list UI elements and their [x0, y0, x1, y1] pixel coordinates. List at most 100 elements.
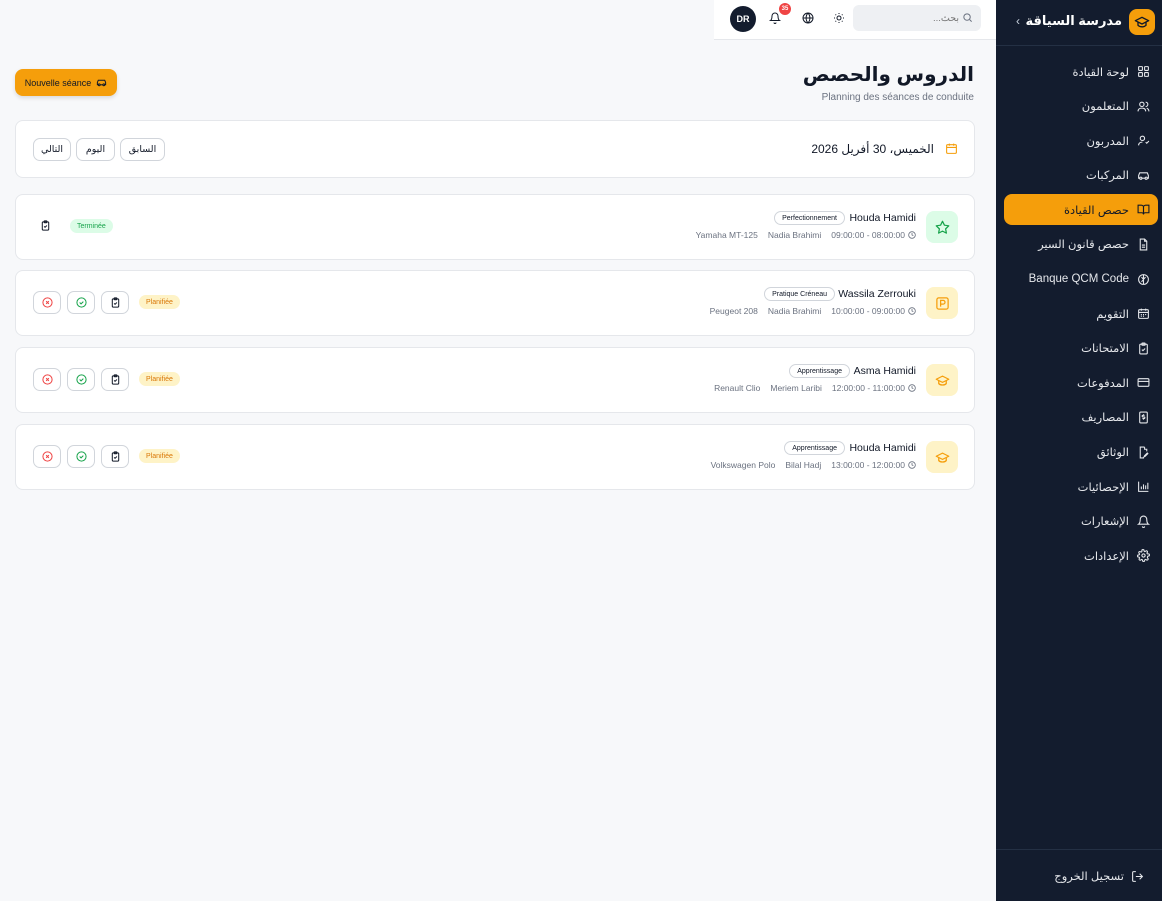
search-box[interactable] [853, 5, 981, 31]
lesson-vehicle: Yamaha MT-125 [695, 230, 758, 240]
lesson-vehicle: Renault Clio [714, 383, 761, 393]
lesson-time-text: 08:00:00 - 09:00:00 [831, 230, 905, 240]
sidebar-item-exams[interactable]: الامتحانات [1004, 333, 1158, 364]
check-circle-icon [75, 374, 87, 385]
sidebar: مدرسة السياقة ‹ لوحة القيادة المتعلمون ا… [996, 0, 1162, 901]
status-badge: Planifiée [139, 449, 180, 463]
search-input[interactable] [863, 9, 959, 27]
check-circle-icon [75, 451, 87, 462]
sidebar-item-payments[interactable]: المدفوعات [1004, 367, 1158, 398]
divider [996, 849, 1162, 850]
sidebar-item-label: لوحة القيادة [1072, 66, 1129, 79]
today-button[interactable]: اليوم [76, 138, 115, 161]
instructor-icon [1136, 134, 1150, 148]
lesson-meta: 12:00:00 - 13:00:00 Bilal Hadj Volkswage… [711, 460, 916, 470]
document-edit-icon [1136, 445, 1150, 459]
complete-button[interactable] [67, 291, 95, 314]
lesson-type-badge: Perfectionnement [774, 211, 845, 225]
gear-icon [1136, 549, 1150, 563]
complete-button[interactable] [67, 445, 95, 468]
credit-card-icon [1136, 376, 1150, 390]
lesson-card[interactable]: Wassila Zerrouki Pratique Créneau 09:00:… [15, 270, 975, 336]
sidebar-item-documents[interactable]: الوثائق [1004, 437, 1158, 468]
theme-toggle-button[interactable] [831, 10, 847, 26]
x-circle-icon [41, 297, 53, 308]
lesson-vehicle: Peugeot 208 [709, 306, 758, 316]
lesson-card[interactable]: Asma Hamidi Apprentissage 11:00:00 - 12:… [15, 347, 975, 413]
brand: مدرسة السياقة ‹ [996, 8, 1162, 36]
new-session-label: Nouvelle séance [24, 77, 92, 88]
file-text-icon [1136, 237, 1150, 251]
x-circle-icon [41, 374, 53, 385]
sidebar-item-qcm-bank[interactable]: Banque QCM Code [1004, 264, 1158, 295]
sidebar-item-vehicles[interactable]: المركبات [1004, 160, 1158, 191]
next-day-button[interactable]: التالي [33, 138, 71, 161]
search-icon [962, 12, 973, 23]
cancel-button[interactable] [33, 291, 61, 314]
dashboard-icon [1136, 65, 1150, 79]
lesson-time-text: 09:00:00 - 10:00:00 [831, 306, 905, 316]
student-name: Wassila Zerrouki [838, 288, 916, 300]
lesson-type-badge: Apprentissage [789, 364, 850, 378]
divider [996, 45, 1162, 46]
lesson-time: 08:00:00 - 09:00:00 [831, 230, 916, 240]
sidebar-item-label: Banque QCM Code [1028, 273, 1129, 286]
sidebar-item-label: حصص القيادة [1063, 204, 1129, 217]
lesson-time-text: 11:00:00 - 12:00:00 [831, 383, 905, 393]
calendar-icon [1136, 307, 1150, 321]
sidebar-item-label: الامتحانات [1081, 343, 1129, 356]
sidebar-item-expenses[interactable]: المصاريف [1004, 402, 1158, 433]
topbar: 35 DR [714, 0, 996, 40]
cancel-button[interactable] [33, 445, 61, 468]
sidebar-item-label: حصص قانون السير [1038, 239, 1129, 252]
evaluate-button[interactable] [101, 368, 129, 391]
logout-label: تسجيل الخروج [1054, 871, 1124, 883]
status-badge: Planifiée [139, 295, 180, 309]
bell-icon [769, 12, 781, 24]
sidebar-item-label: الإعدادات [1084, 550, 1129, 563]
clock-icon [908, 307, 916, 315]
sidebar-item-label: الإحصائيات [1077, 481, 1129, 494]
bar-chart-icon [1136, 480, 1150, 494]
page-title: الدروس والحصص [802, 64, 974, 86]
previous-day-button[interactable]: السابق [120, 138, 165, 161]
cancel-button[interactable] [33, 368, 61, 391]
clipboard-check-icon[interactable] [40, 220, 51, 231]
sidebar-item-label: المدربون [1086, 135, 1129, 148]
language-button[interactable] [800, 10, 816, 26]
parking-icon [926, 287, 958, 319]
sidebar-item-calendar[interactable]: التقويم [1004, 298, 1158, 329]
clock-icon [908, 384, 916, 392]
clipboard-check-icon [110, 451, 121, 462]
complete-button[interactable] [67, 368, 95, 391]
sidebar-item-instructors[interactable]: المدربون [1004, 125, 1158, 156]
bell-icon [1136, 514, 1150, 528]
evaluate-button[interactable] [101, 445, 129, 468]
sidebar-item-code-lessons[interactable]: حصص قانون السير [1004, 229, 1158, 260]
sidebar-item-statistics[interactable]: الإحصائيات [1004, 471, 1158, 502]
new-session-button[interactable]: Nouvelle séance [15, 69, 117, 96]
sidebar-item-notifications[interactable]: الإشعارات [1004, 506, 1158, 537]
student-name: Asma Hamidi [853, 365, 916, 377]
car-icon [96, 77, 107, 88]
sidebar-item-dashboard[interactable]: لوحة القيادة [1004, 56, 1158, 87]
lesson-card[interactable]: Houda Hamidi Perfectionnement 08:00:00 -… [15, 194, 975, 260]
status-badge: Terminée [70, 219, 113, 233]
chevron-left-icon[interactable]: ‹ [1016, 14, 1020, 28]
sidebar-item-driving-lessons[interactable]: حصص القيادة [1004, 194, 1158, 226]
lesson-card[interactable]: Houda Hamidi Apprentissage 12:00:00 - 13… [15, 424, 975, 490]
status-badge: Planifiée [139, 372, 180, 386]
lesson-time: 09:00:00 - 10:00:00 [831, 306, 916, 316]
lesson-instructor: Nadia Brahimi [767, 306, 822, 316]
brand-title: مدرسة السياقة [1025, 13, 1122, 28]
sidebar-item-settings[interactable]: الإعدادات [1004, 540, 1158, 571]
lesson-type-badge: Pratique Créneau [764, 287, 835, 301]
car-icon [1136, 168, 1150, 182]
clock-icon [908, 461, 916, 469]
sidebar-item-learners[interactable]: المتعلمون [1004, 91, 1158, 122]
logout-button[interactable]: تسجيل الخروج [1054, 869, 1144, 883]
sidebar-nav: لوحة القيادة المتعلمون المدربون المركبات… [1004, 56, 1158, 575]
lesson-time: 11:00:00 - 12:00:00 [832, 383, 916, 393]
evaluate-button[interactable] [101, 291, 129, 314]
avatar[interactable]: DR [730, 6, 756, 32]
